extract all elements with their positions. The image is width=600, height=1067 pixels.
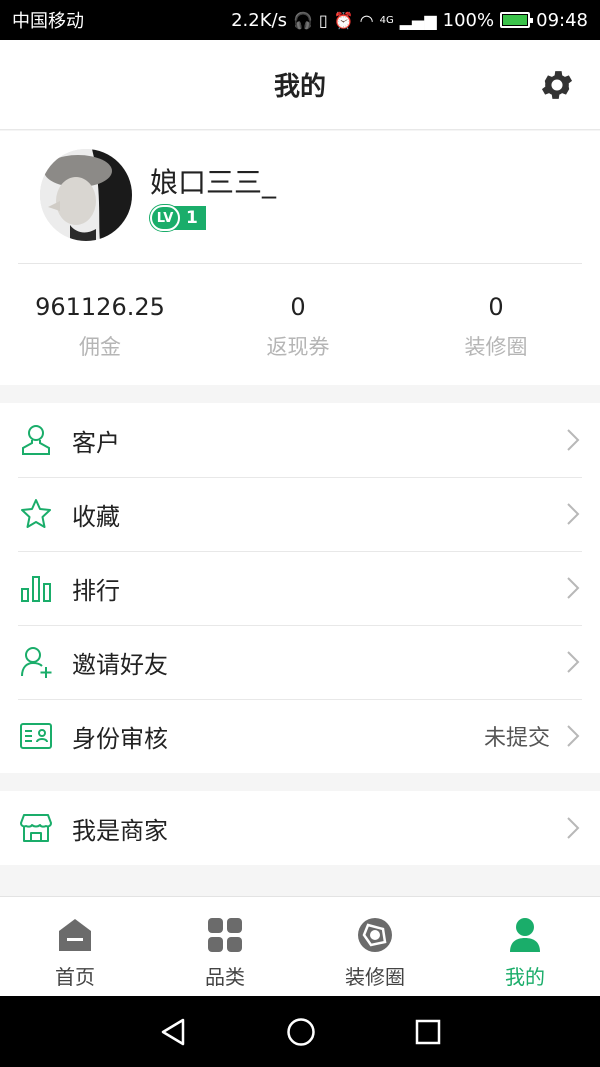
chevron-right-icon xyxy=(567,817,580,839)
merchant-menu: 我是商家 xyxy=(0,791,600,865)
menu-item-merchant[interactable]: 我是商家 xyxy=(0,791,600,865)
stat-decoration-circle[interactable]: 0 装修圈 xyxy=(396,291,596,361)
recent-apps-icon[interactable] xyxy=(415,1019,441,1045)
tab-label: 品类 xyxy=(205,965,245,989)
page-header: 我的 xyxy=(0,40,600,130)
level-badge: LV 1 xyxy=(150,205,206,231)
menu-item-invite-friends[interactable]: 邀请好友 xyxy=(0,625,600,699)
clock-time: 09:48 xyxy=(536,9,588,31)
page-title: 我的 xyxy=(273,72,326,102)
user-icon xyxy=(18,422,54,458)
signal-network-label: 4G xyxy=(379,14,394,26)
menu-item-label: 排行 xyxy=(72,576,120,605)
battery-icon xyxy=(500,12,534,28)
stats-row: 961126.25 佣金 0 返现券 0 装修圈 xyxy=(0,291,600,361)
stat-label: 返现券 xyxy=(266,335,330,359)
status-bar: 中国移动 2.2K/s 🎧 ▯ ⏰ ◠ 4G ▂▄▆ 100% 09:48 xyxy=(0,0,600,40)
network-speed: 2.2K/s xyxy=(231,9,287,31)
menu-list: 客户 收藏 排行 邀请好友 身份审核 未提交 xyxy=(0,403,600,773)
menu-item-label: 我是商家 xyxy=(72,816,168,845)
level-badge-label: LV xyxy=(150,205,180,231)
person-icon xyxy=(505,915,545,955)
alarm-icon: ⏰ xyxy=(333,10,354,30)
bottom-tab-bar: 首页 品类 装修圈 我的 xyxy=(0,896,600,996)
stat-value: 961126.25 xyxy=(35,293,165,321)
menu-item-label: 客户 xyxy=(72,428,120,457)
store-icon xyxy=(18,810,54,846)
home-icon xyxy=(55,915,95,955)
tab-label: 我的 xyxy=(505,965,545,989)
gear-icon[interactable] xyxy=(538,66,576,104)
chevron-right-icon xyxy=(567,429,580,451)
avatar[interactable] xyxy=(40,149,132,241)
username: 娘口三三_ xyxy=(150,166,277,199)
add-user-icon xyxy=(18,644,54,680)
menu-item-label: 邀请好友 xyxy=(72,650,168,679)
chevron-right-icon xyxy=(567,725,580,747)
back-icon[interactable] xyxy=(159,1017,187,1047)
id-card-icon xyxy=(18,718,54,754)
grid-icon xyxy=(205,915,245,955)
tab-label: 装修圈 xyxy=(345,965,405,989)
stat-value: 0 xyxy=(488,293,504,321)
stat-cashback-coupons[interactable]: 0 返现券 xyxy=(200,291,396,361)
menu-item-label: 收藏 xyxy=(72,502,120,531)
tab-label: 首页 xyxy=(55,965,95,989)
signal-icon: ▂▄▆ xyxy=(399,10,437,30)
stat-label: 佣金 xyxy=(79,335,121,359)
menu-item-identity-verification[interactable]: 身份审核 未提交 xyxy=(0,699,600,773)
divider xyxy=(18,263,582,264)
menu-item-customers[interactable]: 客户 xyxy=(0,403,600,477)
verification-status: 未提交 xyxy=(483,726,550,751)
status-icons: 2.2K/s 🎧 ▯ ⏰ ◠ 4G ▂▄▆ 100% 09:48 xyxy=(231,10,588,31)
profile-card: 娘口三三_ LV 1 961126.25 佣金 0 返现券 0 装修圈 xyxy=(0,131,600,385)
star-icon xyxy=(18,496,54,532)
headphones-icon: 🎧 xyxy=(292,10,313,30)
menu-item-favorites[interactable]: 收藏 xyxy=(0,477,600,551)
carrier-name: 中国移动 xyxy=(12,11,84,32)
stat-value: 0 xyxy=(290,293,306,321)
home-circle-icon[interactable] xyxy=(286,1017,316,1047)
aperture-icon xyxy=(355,915,395,955)
menu-item-ranking[interactable]: 排行 xyxy=(0,551,600,625)
tab-home[interactable]: 首页 xyxy=(0,897,150,996)
chevron-right-icon xyxy=(567,503,580,525)
bar-chart-icon xyxy=(18,570,54,606)
stat-commission[interactable]: 961126.25 佣金 xyxy=(0,291,200,361)
stat-label: 装修圈 xyxy=(464,335,528,359)
menu-item-label: 身份审核 xyxy=(72,724,168,753)
wifi-icon: ◠ xyxy=(359,10,374,30)
vibrate-icon: ▯ xyxy=(318,10,328,30)
tab-mine[interactable]: 我的 xyxy=(450,897,600,996)
system-navigation-bar xyxy=(0,996,600,1067)
chevron-right-icon xyxy=(567,651,580,673)
battery-percent: 100% xyxy=(442,9,495,31)
chevron-right-icon xyxy=(567,577,580,599)
tab-categories[interactable]: 品类 xyxy=(150,897,300,996)
tab-decoration-circle[interactable]: 装修圈 xyxy=(300,897,450,996)
